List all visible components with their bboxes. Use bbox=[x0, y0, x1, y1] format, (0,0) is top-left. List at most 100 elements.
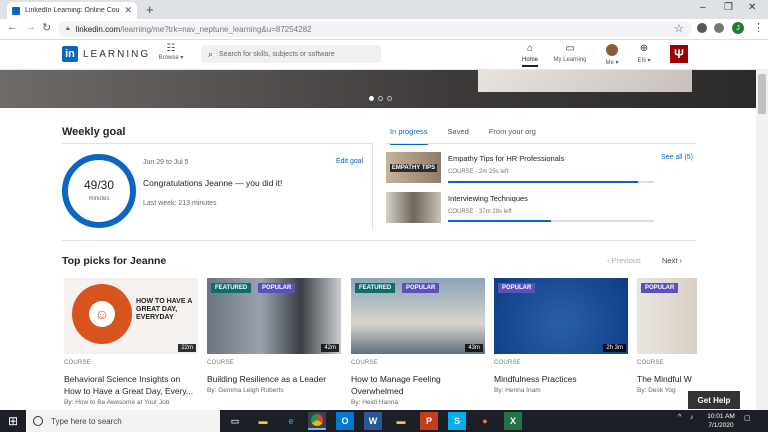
cortana-icon bbox=[33, 416, 43, 426]
scrollbar-thumb[interactable] bbox=[758, 74, 766, 114]
course-title[interactable]: Empathy Tips for HR Professionals bbox=[448, 154, 564, 163]
bookmark-star-icon[interactable]: ☆ bbox=[674, 22, 684, 35]
course-card[interactable]: ☺ HOW TO HAVE A GREAT DAY, EVERYDAY 22m … bbox=[64, 278, 198, 406]
forward-arrow-icon[interactable]: → bbox=[25, 21, 36, 33]
browse-menu[interactable]: ☷ Browse ▾ bbox=[156, 44, 186, 62]
carousel-dot[interactable] bbox=[369, 96, 374, 101]
skype-icon[interactable]: S bbox=[448, 412, 466, 430]
goal-progress-unit: minutes bbox=[88, 196, 110, 202]
browser-tab[interactable]: LinkedIn Learning: Online Courses ✕ bbox=[7, 2, 137, 19]
word-icon[interactable]: W bbox=[364, 412, 382, 430]
duration-badge: 22m bbox=[178, 344, 196, 352]
taskbar-clock[interactable]: 10:01 AM 7/1/2020 bbox=[704, 412, 738, 430]
popular-badge: POPULAR bbox=[258, 283, 296, 293]
course-type: COURSE bbox=[448, 209, 474, 215]
linkedin-learning-logo[interactable]: in LEARNING bbox=[62, 46, 150, 62]
course-thumbnail[interactable]: EMPATHY TIPS bbox=[386, 152, 441, 183]
top-picks-title: Top picks for Jeanne bbox=[62, 255, 167, 267]
clock-date: 7/1/2020 bbox=[708, 422, 734, 429]
edit-goal-link[interactable]: Edit goal bbox=[336, 158, 363, 165]
url-field[interactable]: 🔒︎ linkedin.com /learning/me?trk=nav_nep… bbox=[58, 21, 692, 37]
folder-icon[interactable]: ▬ bbox=[392, 412, 410, 430]
get-help-button[interactable]: Get Help bbox=[688, 391, 740, 409]
browser-menu-icon[interactable]: ⋮ bbox=[753, 21, 764, 34]
nav-my-learning-label: My Learning bbox=[553, 57, 587, 63]
profile-avatar[interactable]: J bbox=[732, 22, 744, 34]
carousel-dot[interactable] bbox=[387, 96, 392, 101]
back-arrow-icon[interactable]: ← bbox=[7, 21, 18, 33]
notifications-icon[interactable]: ▢ bbox=[744, 414, 751, 422]
course-name[interactable]: Behavioral Science Insights on How to Ha… bbox=[64, 373, 198, 397]
course-type: COURSE bbox=[64, 360, 91, 366]
course-thumbnail[interactable]: FEATURED POPULAR 42m bbox=[207, 278, 341, 354]
outlook-icon[interactable]: O bbox=[336, 412, 354, 430]
course-name[interactable]: How to Manage Feeling Overwhelmed bbox=[351, 373, 485, 397]
see-all-link[interactable]: See all (5) bbox=[661, 154, 693, 161]
linkedin-favicon-icon bbox=[12, 6, 20, 15]
course-card[interactable]: FEATURED POPULAR 43m COURSE How to Manag… bbox=[351, 278, 485, 406]
last-week-stat: Last week: 213 minutes bbox=[143, 200, 217, 207]
new-tab-button[interactable]: + bbox=[146, 2, 154, 17]
course-thumbnail[interactable]: ☺ HOW TO HAVE A GREAT DAY, EVERYDAY 22m bbox=[64, 278, 198, 354]
course-progress-bar bbox=[448, 181, 654, 183]
course-thumbnail[interactable]: POPULAR bbox=[637, 278, 697, 354]
course-author: By: Heidi Hanna bbox=[351, 399, 398, 406]
featured-badge: FEATURED bbox=[355, 283, 396, 293]
chrome-icon[interactable] bbox=[308, 412, 326, 430]
goal-dates: Jun 29 to Jul 5 bbox=[143, 159, 189, 166]
course-name[interactable]: Mindfulness Practices bbox=[494, 373, 628, 385]
maximize-button[interactable]: ❐ bbox=[724, 2, 733, 13]
course-author: By: Gemma Leigh Roberts bbox=[207, 387, 284, 394]
windows-start-icon[interactable]: ⊞ bbox=[0, 410, 26, 432]
course-name[interactable]: Building Resilience as a Leader bbox=[207, 373, 341, 385]
next-button[interactable]: Next › bbox=[662, 256, 682, 265]
carousel-dot[interactable] bbox=[378, 96, 383, 101]
course-thumbnail[interactable] bbox=[386, 192, 441, 223]
course-meta: COURSE · 37m 29s left bbox=[448, 209, 512, 215]
nav-me[interactable]: Me ▾ bbox=[600, 44, 624, 66]
weekly-goal-title: Weekly goal bbox=[62, 126, 126, 138]
search-input[interactable]: ⌕ Search for skills, subjects or softwar… bbox=[201, 45, 381, 63]
course-thumbnail[interactable]: FEATURED POPULAR 43m bbox=[351, 278, 485, 354]
time-left: 2m 25s left bbox=[479, 169, 509, 175]
puzzle-extensions-icon[interactable] bbox=[714, 23, 724, 33]
course-card[interactable]: POPULAR 2h 3m COURSE Mindfulness Practic… bbox=[494, 278, 628, 394]
tray-chevron-icon[interactable]: ^ bbox=[678, 414, 681, 421]
divider bbox=[386, 143, 696, 144]
previous-button[interactable]: ‹ Previous bbox=[607, 256, 641, 265]
minimize-button[interactable]: – bbox=[700, 2, 706, 13]
organization-logo[interactable]: Ψ bbox=[670, 45, 688, 63]
reload-icon[interactable]: ↻ bbox=[42, 21, 51, 34]
edge-icon[interactable]: e bbox=[282, 412, 300, 430]
file-explorer-icon[interactable]: ▬ bbox=[254, 412, 272, 430]
firefox-icon[interactable]: ● bbox=[476, 412, 494, 430]
tab-title: LinkedIn Learning: Online Courses bbox=[25, 7, 120, 14]
nav-my-learning[interactable]: ▭ My Learning bbox=[550, 43, 590, 63]
volume-icon[interactable]: ♪ bbox=[690, 414, 694, 421]
powerpoint-icon[interactable]: P bbox=[420, 412, 438, 430]
page-scrollbar[interactable] bbox=[756, 70, 768, 410]
duration-badge: 2h 3m bbox=[603, 344, 626, 352]
course-card[interactable]: FEATURED POPULAR 42m COURSE Building Res… bbox=[207, 278, 341, 394]
smiley-icon: ☺ bbox=[72, 284, 132, 344]
tab-close-icon[interactable]: ✕ bbox=[124, 5, 132, 16]
close-window-button[interactable]: ✕ bbox=[748, 2, 756, 13]
popular-badge: POPULAR bbox=[402, 283, 440, 293]
course-type: COURSE bbox=[207, 360, 234, 366]
excel-icon[interactable]: X bbox=[504, 412, 522, 430]
time-left: 37m 29s left bbox=[479, 209, 512, 215]
nav-home[interactable]: ⌂ Home bbox=[518, 43, 542, 67]
hero-image bbox=[478, 70, 692, 92]
popular-badge: POPULAR bbox=[498, 283, 536, 293]
course-card[interactable]: POPULAR COURSE The Mindful W By: Desk Yo… bbox=[637, 278, 697, 394]
taskbar-search-input[interactable]: Type here to search bbox=[26, 410, 220, 432]
nav-language[interactable]: ⊕ EN ▾ bbox=[632, 43, 656, 64]
course-thumbnail[interactable]: POPULAR 2h 3m bbox=[494, 278, 628, 354]
course-type: COURSE bbox=[448, 169, 474, 175]
lock-icon: 🔒︎ bbox=[66, 25, 70, 32]
task-view-icon[interactable]: ▭ bbox=[226, 412, 244, 430]
course-name[interactable]: The Mindful W bbox=[637, 373, 697, 385]
extension-icon[interactable] bbox=[697, 23, 707, 33]
course-title[interactable]: Interviewing Techniques bbox=[448, 194, 528, 203]
logo-text: LEARNING bbox=[83, 48, 151, 60]
